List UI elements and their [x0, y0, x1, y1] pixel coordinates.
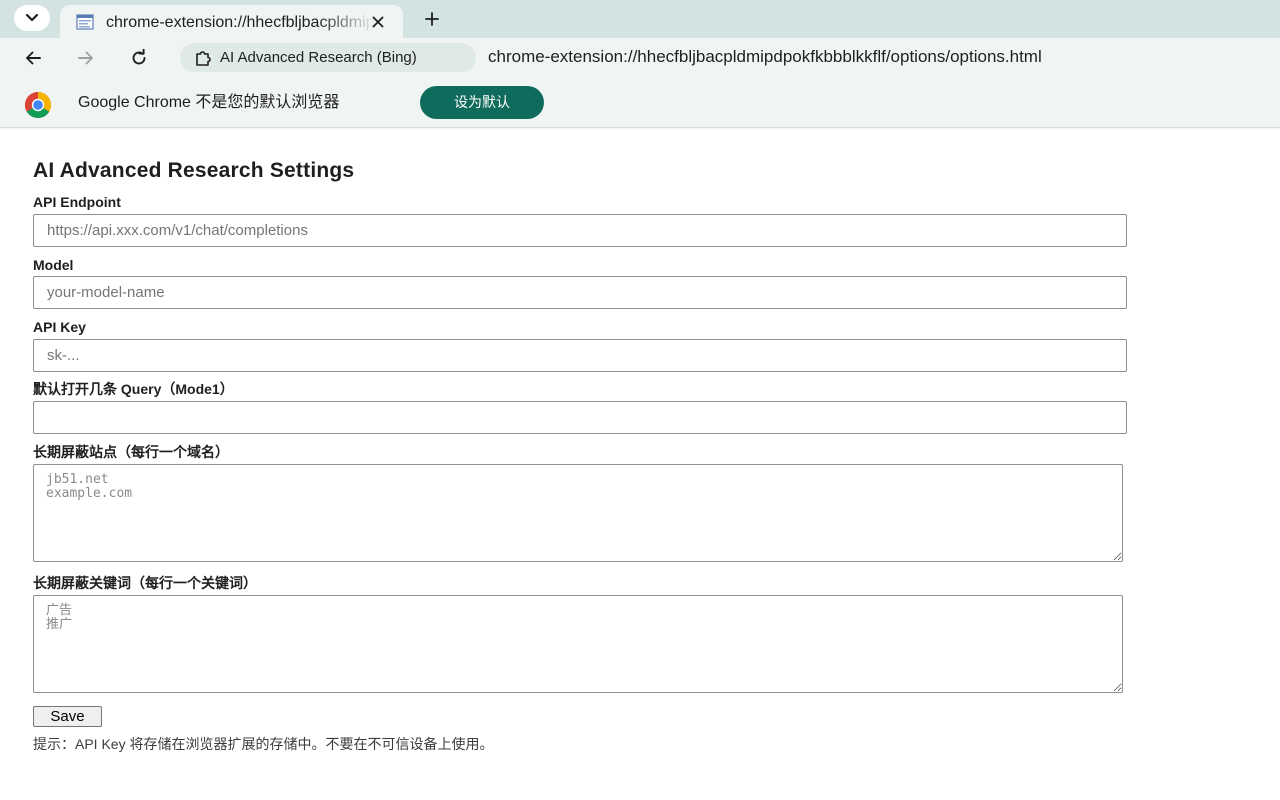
blocked-sites-label: 长期屏蔽站点（每行一个域名）: [33, 444, 229, 460]
query-count-input[interactable]: [33, 401, 1127, 434]
active-tab[interactable]: chrome-extension://hhecfbljbacpldmipdpok…: [60, 5, 403, 39]
address-bar-url[interactable]: chrome-extension://hhecfbljbacpldmipdpok…: [488, 47, 1042, 67]
model-label: Model: [33, 257, 74, 273]
api-endpoint-input[interactable]: [33, 214, 1127, 247]
back-button[interactable]: [21, 46, 45, 70]
default-browser-infobar: Google Chrome 不是您的默认浏览器 设为默认: [0, 78, 1280, 128]
blocked-keywords-label: 长期屏蔽关键词（每行一个关键词）: [33, 575, 257, 591]
tab-strip: chrome-extension://hhecfbljbacpldmipdpok…: [0, 0, 1280, 39]
query-count-label: 默认打开几条 Query（Mode1）: [33, 381, 234, 397]
close-icon: [372, 16, 384, 28]
api-key-input[interactable]: [33, 339, 1127, 372]
extension-page-icon: [76, 14, 94, 30]
arrow-left-icon: [26, 51, 41, 65]
browser-toolbar: AI Advanced Research (Bing) chrome-exten…: [0, 38, 1280, 78]
storage-hint: 提示：API Key 将存储在浏览器扩展的存储中。不要在不可信设备上使用。: [33, 736, 494, 752]
model-input[interactable]: [33, 276, 1127, 309]
puzzle-piece-icon: [196, 51, 211, 66]
api-key-label: API Key: [33, 319, 86, 335]
chip-label: AI Advanced Research (Bing): [220, 49, 417, 66]
reload-icon: [132, 49, 146, 65]
forward-button[interactable]: [74, 46, 98, 70]
tab-search-button[interactable]: [14, 5, 50, 31]
page-title: AI Advanced Research Settings: [33, 159, 355, 182]
chrome-logo-icon: [24, 92, 52, 119]
api-endpoint-label: API Endpoint: [33, 194, 121, 210]
blocked-keywords-textarea[interactable]: [33, 595, 1123, 693]
tab-title: chrome-extension://hhecfbljbacpldmipdpok…: [106, 14, 376, 31]
chevron-down-icon: [25, 13, 39, 22]
extension-origin-chip[interactable]: AI Advanced Research (Bing): [180, 43, 476, 72]
save-button[interactable]: Save: [33, 706, 102, 727]
plus-icon: [425, 12, 439, 26]
set-default-button[interactable]: 设为默认: [420, 86, 544, 119]
new-tab-button[interactable]: [420, 7, 444, 31]
infobar-message: Google Chrome 不是您的默认浏览器: [78, 94, 340, 111]
arrow-right-icon: [78, 51, 93, 65]
reload-button[interactable]: [127, 46, 151, 70]
tab-close-button[interactable]: [368, 12, 388, 32]
blocked-sites-textarea[interactable]: [33, 464, 1123, 562]
